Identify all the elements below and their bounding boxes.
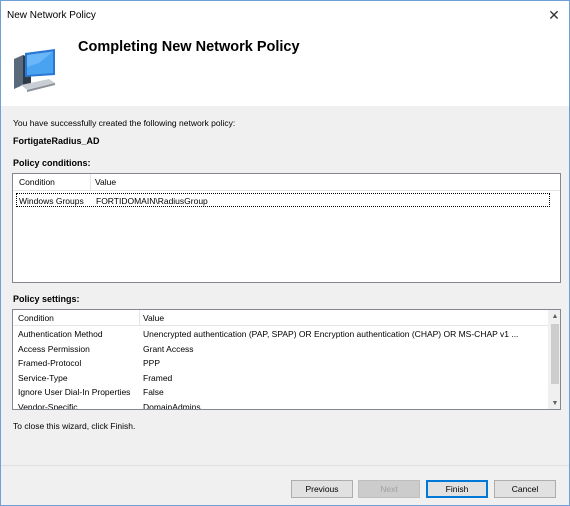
table-row[interactable]: Authentication Method Unencrypted authen… [13, 328, 549, 342]
previous-button[interactable]: Previous [291, 480, 353, 498]
value-cell: FORTIDOMAIN\RadiusGroup [96, 196, 208, 206]
value-cell: Grant Access [143, 343, 194, 354]
monitor-computer-icon [14, 49, 55, 92]
table-row[interactable]: Service-Type Framed [13, 372, 549, 386]
window-title: New Network Policy [7, 10, 96, 21]
value-cell: DomainAdmins [143, 401, 201, 410]
intro-text: You have successfully created the follow… [13, 118, 236, 128]
condition-cell: Service-Type [18, 372, 68, 383]
close-button[interactable]: ✕ [543, 5, 565, 25]
next-button[interactable]: Next [358, 480, 420, 498]
wizard-body: You have successfully created the follow… [1, 106, 569, 465]
table-row[interactable]: Windows Groups FORTIDOMAIN\RadiusGroup [16, 193, 550, 207]
condition-cell: Ignore User Dial-In Properties [18, 387, 131, 397]
value-cell: False [143, 387, 164, 397]
table-row[interactable]: Vendor-Specific DomainAdmins [13, 401, 549, 410]
value-cell: Framed [143, 372, 173, 383]
page-title: Completing New Network Policy [78, 39, 300, 55]
settings-label: Policy settings: [13, 294, 80, 304]
condition-cell: Windows Groups [19, 196, 84, 206]
close-hint-text: To close this wizard, click Finish. [13, 421, 136, 431]
table-row[interactable]: Ignore User Dial-In Properties False [13, 386, 549, 400]
value-cell: Unencrypted authentication (PAP, SPAP) O… [143, 329, 519, 339]
column-header-value[interactable]: Value [95, 177, 116, 187]
settings-header: Condition Value [13, 310, 549, 326]
condition-cell: Vendor-Specific [18, 401, 78, 410]
title-bar[interactable]: New Network Policy ✕ [1, 1, 569, 31]
table-row[interactable]: Framed-Protocol PPP [13, 357, 549, 371]
settings-list[interactable]: Condition Value Authentication Method Un… [12, 309, 561, 410]
scroll-up-arrow-icon[interactable]: ▲ [549, 310, 560, 322]
policy-name: FortigateRadius_AD [13, 136, 100, 146]
table-row[interactable]: Access Permission Grant Access [13, 343, 549, 357]
column-header-condition[interactable]: Condition [19, 177, 55, 187]
wizard-header: Completing New Network Policy [1, 31, 569, 106]
close-icon: ✕ [548, 6, 560, 23]
wizard-window: New Network Policy ✕ Completing New Netw… [0, 0, 570, 506]
condition-cell: Access Permission [18, 343, 90, 354]
condition-cell: Framed-Protocol [18, 358, 82, 368]
condition-cell: Authentication Method [18, 329, 103, 339]
conditions-list[interactable]: Condition Value Windows Groups FORTIDOMA… [12, 173, 561, 283]
finish-button[interactable]: Finish [426, 480, 488, 498]
scroll-thumb[interactable] [551, 324, 559, 384]
column-header-value[interactable]: Value [143, 313, 164, 323]
button-bar: Previous Next Finish Cancel [1, 465, 569, 505]
scroll-down-arrow-icon[interactable]: ▼ [549, 397, 560, 409]
conditions-label: Policy conditions: [13, 158, 91, 168]
value-cell: PPP [143, 358, 161, 368]
conditions-header: Condition Value [13, 174, 560, 191]
cancel-button[interactable]: Cancel [494, 480, 556, 498]
vertical-scrollbar[interactable]: ▲ ▼ [548, 310, 560, 409]
column-header-condition[interactable]: Condition [18, 313, 54, 323]
